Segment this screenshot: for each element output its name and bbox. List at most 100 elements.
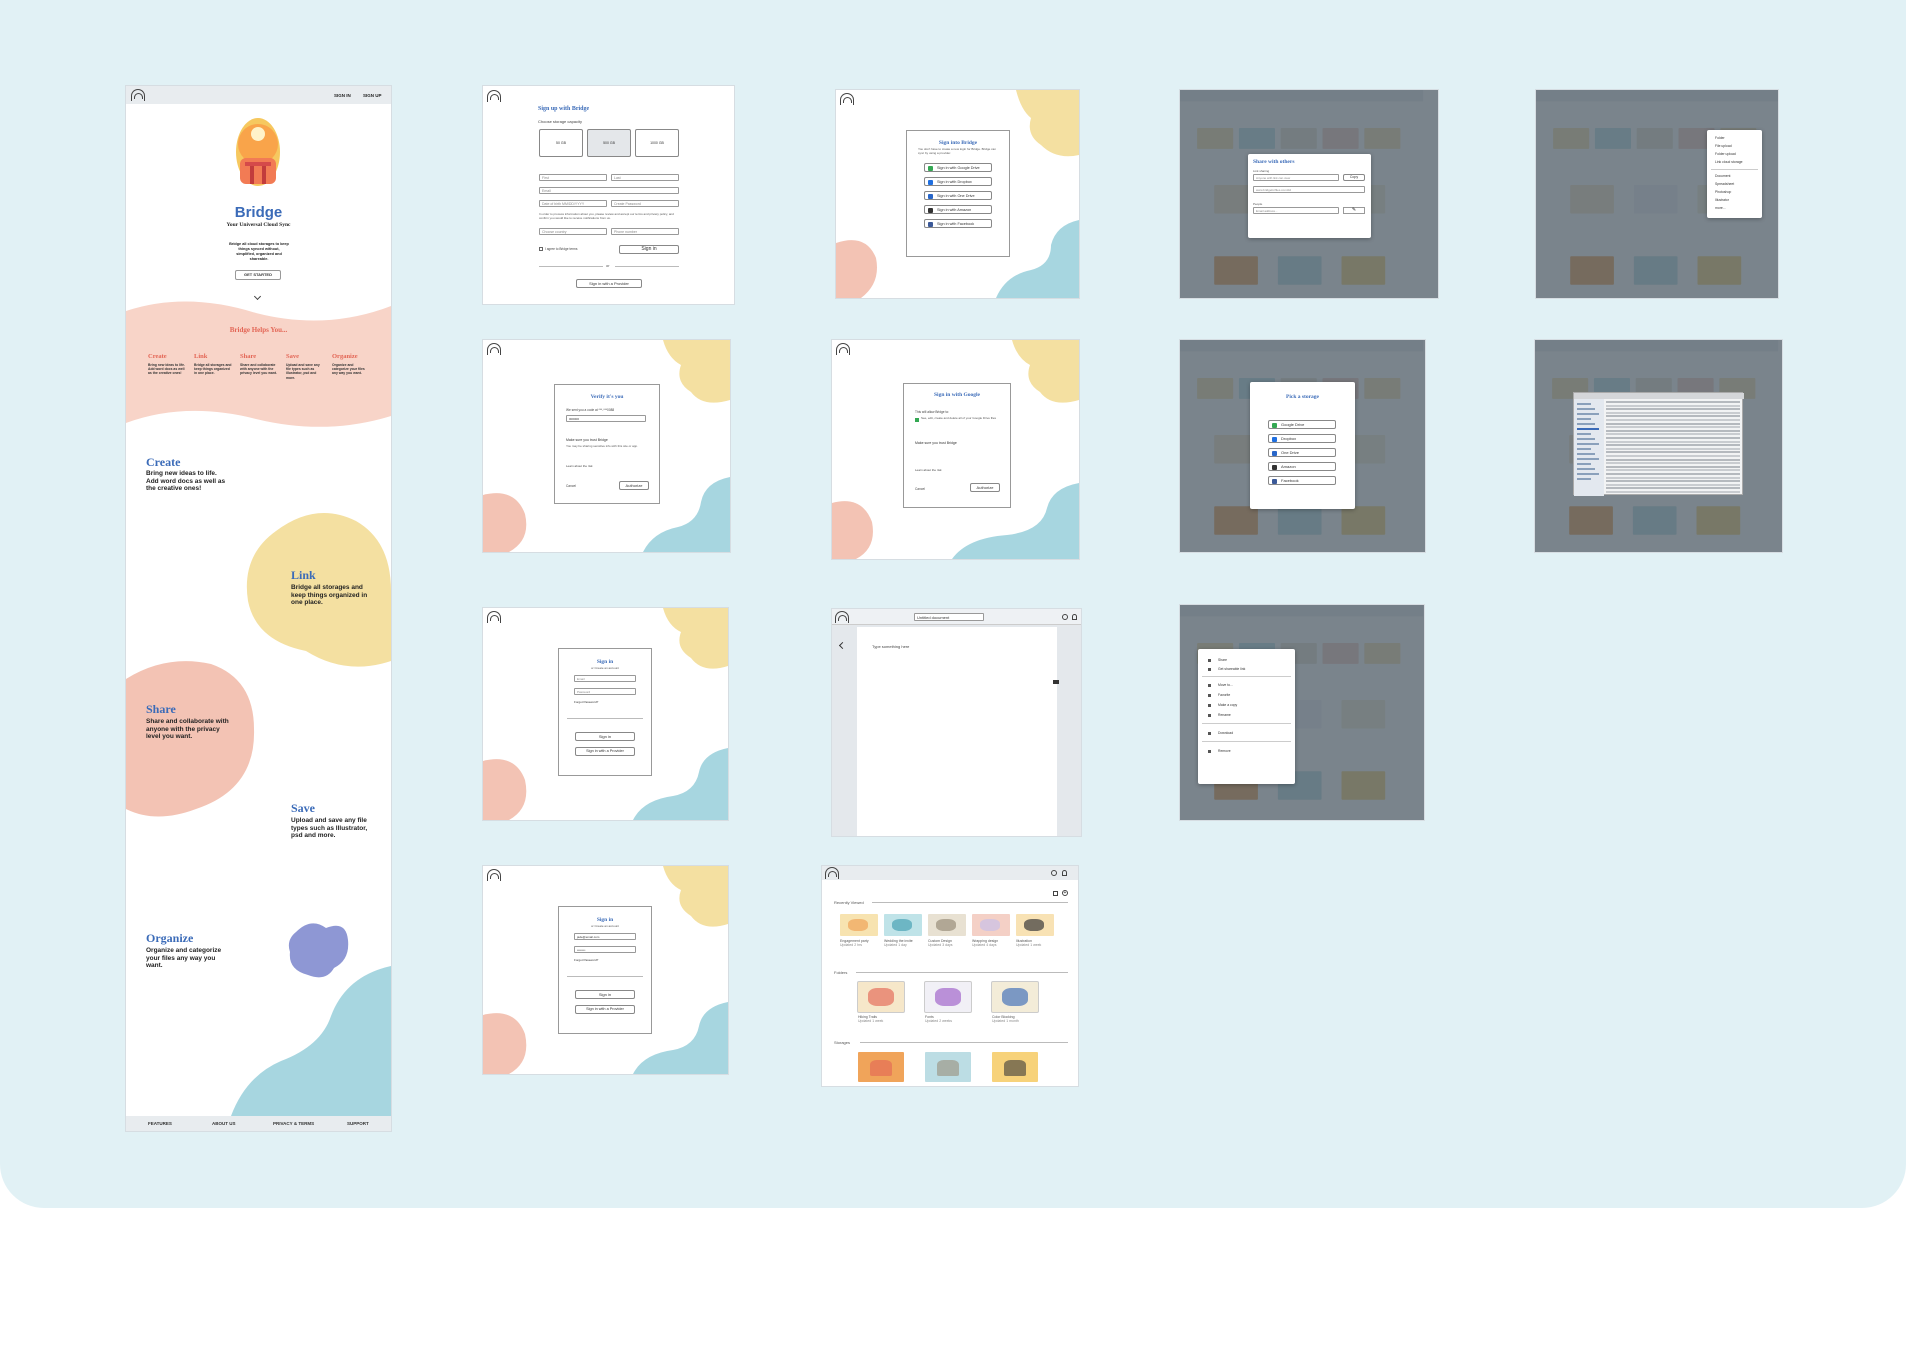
signin-button[interactable]: Sign in bbox=[575, 732, 635, 741]
provider-button[interactable]: Sign in with Dropbox bbox=[924, 177, 992, 186]
file-row[interactable] bbox=[1606, 458, 1740, 461]
recent-file-thumbnail[interactable] bbox=[1016, 914, 1054, 936]
create-account-link[interactable]: or Create an account bbox=[558, 924, 652, 928]
dob-input[interactable]: Date of birth MM/DD/YYYY bbox=[539, 200, 607, 207]
folder-tile[interactable] bbox=[925, 982, 971, 1012]
bridge-logo-icon[interactable] bbox=[487, 611, 501, 623]
learn-risk-link[interactable]: Learn about the risk bbox=[915, 468, 942, 472]
storage-option-button[interactable]: Google Drive bbox=[1268, 420, 1336, 429]
people-email-input[interactable]: Email address... bbox=[1253, 207, 1339, 214]
file-row[interactable] bbox=[1606, 451, 1740, 454]
nav-signup-link[interactable]: SIGN UP bbox=[363, 93, 382, 98]
signin-provider-button[interactable]: Sign in with a Provider bbox=[575, 1005, 635, 1014]
signup-provider-button[interactable]: Sign in with a Provider bbox=[576, 279, 642, 288]
recent-file-thumbnail[interactable] bbox=[884, 914, 922, 936]
file-row[interactable] bbox=[1606, 476, 1740, 479]
file-row[interactable] bbox=[1606, 404, 1740, 407]
sidebar-entry[interactable] bbox=[1577, 468, 1595, 470]
plan-50gb-option[interactable]: 50 GB bbox=[539, 129, 583, 157]
recent-file-thumbnail[interactable] bbox=[972, 914, 1010, 936]
footer-privacy-link[interactable]: PRIVACY & TERMS bbox=[273, 1121, 314, 1126]
file-row[interactable] bbox=[1606, 440, 1740, 443]
file-row[interactable] bbox=[1606, 455, 1740, 457]
signin-email-input[interactable]: Email bbox=[574, 675, 636, 682]
provider-button[interactable]: Sign in with Amazon bbox=[924, 205, 992, 214]
back-chevron-icon[interactable] bbox=[838, 641, 847, 650]
provider-button[interactable]: Sign in with One Drive bbox=[924, 191, 992, 200]
new-menu-item[interactable]: Folder upload bbox=[1715, 152, 1736, 156]
file-row[interactable] bbox=[1606, 444, 1740, 447]
bridge-logo-icon[interactable] bbox=[836, 343, 850, 355]
verify-cancel-link[interactable]: Cancel bbox=[566, 484, 576, 488]
sidebar-entry[interactable] bbox=[1577, 433, 1591, 435]
first-name-input[interactable]: First bbox=[539, 174, 607, 181]
file-row[interactable] bbox=[1606, 429, 1740, 432]
bridge-logo-icon[interactable] bbox=[487, 869, 501, 881]
profile-user-icon[interactable] bbox=[1072, 614, 1077, 620]
bridge-logo-icon[interactable] bbox=[487, 343, 501, 355]
scroll-down-chevron-icon[interactable] bbox=[253, 292, 262, 301]
new-menu-item[interactable]: Folder bbox=[1715, 136, 1725, 140]
file-row[interactable] bbox=[1606, 480, 1740, 483]
sidebar-entry[interactable] bbox=[1577, 463, 1591, 465]
context-menu-item[interactable]: Favorite bbox=[1218, 693, 1230, 697]
file-row[interactable] bbox=[1606, 422, 1740, 425]
last-name-input[interactable]: Last bbox=[611, 174, 679, 181]
file-row[interactable] bbox=[1606, 408, 1740, 411]
sidebar-entry[interactable] bbox=[1577, 413, 1599, 415]
storage-tile[interactable] bbox=[992, 1052, 1038, 1082]
folder-tile[interactable] bbox=[992, 982, 1038, 1012]
email-input[interactable]: Email bbox=[539, 187, 679, 194]
settings-gear-icon[interactable] bbox=[1051, 870, 1057, 876]
create-account-link[interactable]: or Create an account bbox=[558, 666, 652, 670]
footer-about-link[interactable]: ABOUT US bbox=[212, 1121, 236, 1126]
sidebar-entry[interactable] bbox=[1577, 443, 1599, 445]
plan-1000gb-option[interactable]: 1000 GB bbox=[635, 129, 679, 157]
signin-password-input[interactable]: Password bbox=[574, 688, 636, 695]
signin-password-input[interactable]: •••••••• bbox=[574, 946, 636, 953]
context-menu-item[interactable]: Get shareable link bbox=[1218, 667, 1245, 671]
footer-support-link[interactable]: SUPPORT bbox=[347, 1121, 369, 1126]
signin-email-input[interactable]: jade@email.com bbox=[574, 933, 636, 940]
context-menu-item[interactable]: Make a copy bbox=[1218, 703, 1237, 707]
provider-button[interactable]: Sign in with Facebook bbox=[924, 219, 992, 228]
storage-option-button[interactable]: Amazon bbox=[1268, 462, 1336, 471]
grid-view-icon[interactable] bbox=[1053, 891, 1058, 896]
forgot-password-link[interactable]: Forgot Password? bbox=[574, 958, 598, 962]
new-menu-item[interactable]: Link cloud storage bbox=[1715, 160, 1743, 164]
signup-signin-button[interactable]: Sign in bbox=[619, 245, 679, 254]
new-menu-item[interactable]: File upload bbox=[1715, 144, 1732, 148]
context-menu-item[interactable]: Remove bbox=[1218, 749, 1231, 753]
sidebar-entry[interactable] bbox=[1577, 423, 1595, 425]
storage-option-button[interactable]: Dropbox bbox=[1268, 434, 1336, 443]
storage-option-button[interactable]: Facebook bbox=[1268, 476, 1336, 485]
link-permission-select[interactable]: Anyone with link can view bbox=[1253, 174, 1339, 181]
file-row[interactable] bbox=[1606, 483, 1740, 486]
document-title-field[interactable]: Untitled document bbox=[914, 613, 984, 621]
storage-option-button[interactable]: One Drive bbox=[1268, 448, 1336, 457]
context-menu-item[interactable]: Share bbox=[1218, 658, 1227, 662]
file-row[interactable] bbox=[1606, 462, 1740, 465]
file-row[interactable] bbox=[1606, 473, 1740, 475]
sidebar-entry[interactable] bbox=[1577, 458, 1599, 460]
file-row[interactable] bbox=[1606, 433, 1740, 436]
forgot-password-link[interactable]: Forgot Password? bbox=[574, 700, 598, 704]
sidebar-entry[interactable] bbox=[1577, 428, 1599, 430]
sidebar-entry[interactable] bbox=[1577, 438, 1595, 440]
profile-user-icon[interactable] bbox=[1062, 870, 1067, 876]
context-menu-item[interactable]: Download bbox=[1218, 731, 1233, 735]
file-row[interactable] bbox=[1606, 487, 1740, 490]
footer-features-link[interactable]: FEATURES bbox=[148, 1121, 172, 1126]
storage-tile[interactable] bbox=[858, 1052, 904, 1082]
add-new-icon[interactable]: + bbox=[1062, 890, 1068, 896]
sidebar-entry[interactable] bbox=[1577, 448, 1591, 450]
file-row[interactable] bbox=[1606, 437, 1740, 439]
recent-file-thumbnail[interactable] bbox=[928, 914, 966, 936]
password-input[interactable]: Create Password bbox=[611, 200, 679, 207]
agree-checkbox[interactable] bbox=[539, 247, 543, 251]
share-url-field[interactable]: www.bridgeforfiles.com/dd bbox=[1253, 186, 1365, 193]
file-row[interactable] bbox=[1606, 401, 1740, 403]
new-menu-item[interactable]: more... bbox=[1715, 206, 1726, 210]
file-row[interactable] bbox=[1606, 465, 1740, 468]
context-menu-item[interactable]: Move to... bbox=[1218, 683, 1233, 687]
